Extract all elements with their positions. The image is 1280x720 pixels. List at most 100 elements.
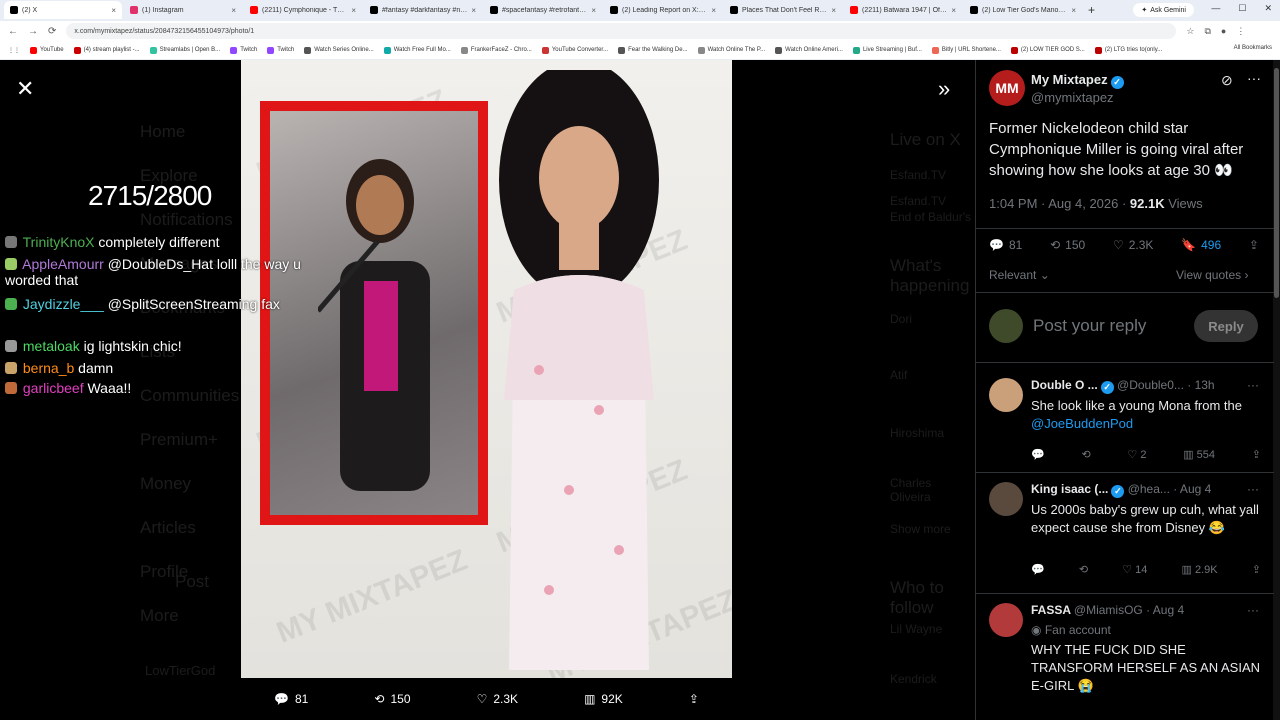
reply-icon[interactable]: 💬 xyxy=(1031,563,1045,576)
share-icon[interactable]: ⇪ xyxy=(1252,448,1261,461)
browser-tab[interactable]: (2211) Cymphonique - Thinking × xyxy=(244,1,362,19)
tweet-author[interactable]: MM My Mixtapez ✓ @mymixtapez ⊘ ··· xyxy=(989,70,1269,110)
close-icon[interactable]: ✕ xyxy=(16,76,34,102)
extensions-icon[interactable]: ⧉ xyxy=(1204,26,1210,37)
bookmark-item[interactable]: (2) LTG tries to(only... xyxy=(1094,46,1162,54)
bookmark-item[interactable]: Watch Online The P... xyxy=(697,46,765,54)
repost-icon[interactable]: ⟲ xyxy=(1079,563,1088,576)
bookmark-stat[interactable]: 🔖 496 xyxy=(1181,238,1221,252)
heart-icon[interactable]: ♡ 14 xyxy=(1122,563,1147,576)
tab-close-icon[interactable]: × xyxy=(111,6,116,15)
reply-author-name[interactable]: Double O ... xyxy=(1031,378,1098,392)
reply-author-handle[interactable]: @MiamisOG xyxy=(1074,603,1143,617)
reply-author-name[interactable]: King isaac (... xyxy=(1031,482,1108,496)
repost-icon[interactable]: ⟲ xyxy=(1081,448,1090,461)
scrollbar[interactable] xyxy=(1273,60,1280,720)
tab-close-icon[interactable]: × xyxy=(471,6,476,15)
author-handle[interactable]: @mymixtapez xyxy=(1031,90,1114,105)
minimize-icon[interactable]: — xyxy=(1211,3,1220,14)
author-name[interactable]: My Mixtapez ✓ xyxy=(1031,72,1124,89)
like-stat[interactable]: ♡ 2.3K xyxy=(1113,238,1153,252)
reply-item[interactable]: FASSA @MiamisOG · Aug 4 ··· ◉ Fan account W… xyxy=(989,603,1269,713)
views-action[interactable]: ▥ 92K xyxy=(584,692,623,706)
mention-link[interactable]: @JoeBuddenPod xyxy=(1031,416,1133,431)
reply-time[interactable]: · Aug 4 xyxy=(1173,482,1211,496)
browser-tab[interactable]: #fantasy #darkfantasy #nostalg× xyxy=(364,1,482,19)
bookmark-item[interactable]: Streamlabs | Open B... xyxy=(149,46,220,54)
bookmark-item[interactable]: Watch Online Ameri... xyxy=(775,46,843,54)
reply-time[interactable]: · Aug 4 xyxy=(1146,603,1184,617)
bookmark-item[interactable]: Twitch xyxy=(230,46,257,54)
tab-close-icon[interactable]: × xyxy=(831,6,836,15)
bookmark-item[interactable]: Twitch xyxy=(267,46,294,54)
bookmark-item[interactable]: Watch Series Online... xyxy=(304,46,374,54)
repost-stat[interactable]: ⟲ 150 xyxy=(1050,238,1085,252)
apps-icon[interactable]: ⋮⋮ xyxy=(8,47,20,54)
more-icon[interactable]: ··· xyxy=(1247,603,1259,617)
close-window-icon[interactable]: ✕ xyxy=(1264,3,1272,14)
bookmark-item[interactable]: Bitly | URL Shortene... xyxy=(931,46,1001,54)
bookmark-item[interactable]: (4) stream playlist -... xyxy=(73,46,140,54)
reply-author-name[interactable]: FASSA xyxy=(1031,603,1071,617)
star-icon[interactable]: ☆ xyxy=(1186,26,1194,37)
scrollbar-thumb[interactable] xyxy=(1274,68,1279,298)
reply-time[interactable]: · 13h xyxy=(1187,378,1214,392)
bookmark-item[interactable]: YouTube Converter... xyxy=(541,46,608,54)
browser-tab[interactable]: (2) Leading Report on X: "Stay× xyxy=(604,1,722,19)
reply-action[interactable]: 💬 81 xyxy=(274,692,308,706)
bookmark-item[interactable]: (2) LOW TIER GOD S... xyxy=(1010,46,1085,54)
menu-icon[interactable]: ⋮ xyxy=(1236,26,1245,37)
new-tab-icon[interactable]: + xyxy=(1088,3,1095,17)
reply-avatar[interactable] xyxy=(989,378,1023,412)
browser-tab[interactable]: #spacefantasy #retrofantasy #s× xyxy=(484,1,602,19)
back-icon[interactable]: ← xyxy=(8,26,18,37)
tab-close-icon[interactable]: × xyxy=(1071,6,1076,15)
maximize-icon[interactable]: ☐ xyxy=(1238,3,1246,14)
more-icon[interactable]: ··· xyxy=(1247,482,1259,496)
view-quotes-link[interactable]: View quotes › xyxy=(1176,268,1249,282)
browser-tab[interactable]: (2211) Batwara 1947 | Official T × xyxy=(844,1,962,19)
reply-stat[interactable]: 💬 81 xyxy=(989,238,1022,252)
like-action[interactable]: ♡ 2.3K xyxy=(477,692,518,706)
more-icon[interactable]: ··· xyxy=(1247,70,1261,86)
share-stat[interactable]: ⇪ xyxy=(1249,238,1259,252)
bookmark-item[interactable]: Live Streaming | Buf... xyxy=(852,46,922,54)
tab-close-icon[interactable]: × xyxy=(591,6,596,15)
bookmark-item[interactable]: Fear the Walking De... xyxy=(618,46,688,54)
chevron-double-right-icon[interactable]: » xyxy=(938,76,950,102)
tweet-time[interactable]: 1:04 PM · Aug 4, 2026 · xyxy=(989,196,1130,211)
share-icon[interactable]: ⇪ xyxy=(1252,563,1261,576)
browser-tab[interactable]: Places That Don't Feel Real: 5 U× xyxy=(724,1,842,19)
reload-icon[interactable]: ⟳ xyxy=(48,26,56,37)
heart-icon[interactable]: ♡ 2 xyxy=(1127,448,1146,461)
forward-icon[interactable]: → xyxy=(28,26,38,37)
repost-action[interactable]: ⟲ 150 xyxy=(374,692,410,706)
reply-author-handle[interactable]: @Double0... xyxy=(1117,378,1184,392)
reply-avatar[interactable] xyxy=(989,603,1023,637)
all-bookmarks-link[interactable]: All Bookmarks xyxy=(1234,45,1272,51)
tab-close-icon[interactable]: × xyxy=(711,6,716,15)
tab-close-icon[interactable]: × xyxy=(231,6,236,15)
bookmark-item[interactable]: YouTube xyxy=(30,46,64,54)
reply-input[interactable]: Post your reply xyxy=(1033,316,1146,336)
bookmark-item[interactable]: FrankerFaceZ - Chro... xyxy=(460,46,532,54)
views-icon[interactable]: ▥ 554 xyxy=(1183,448,1215,461)
browser-tab[interactable]: (2) X × xyxy=(4,1,122,19)
address-bar[interactable]: x.com/mymixtapez/status/2084732156455104… xyxy=(66,23,1177,39)
reply-avatar[interactable] xyxy=(989,482,1023,516)
reply-icon[interactable]: 💬 xyxy=(1031,448,1045,461)
more-icon[interactable]: ··· xyxy=(1247,378,1259,392)
user-avatar[interactable] xyxy=(989,309,1023,343)
profile-icon[interactable]: ● xyxy=(1221,26,1226,37)
tab-close-icon[interactable]: × xyxy=(951,6,956,15)
share-action[interactable]: ⇪ xyxy=(689,692,699,706)
grok-icon[interactable]: ⊘ xyxy=(1221,72,1233,89)
browser-tab[interactable]: (1) Instagram × xyxy=(124,1,242,19)
ask-gemini-button[interactable]: ✦ Ask Gemini xyxy=(1133,3,1194,17)
views-icon[interactable]: ▥ 2.9K xyxy=(1182,563,1218,576)
sort-dropdown[interactable]: Relevant ⌄ xyxy=(989,268,1050,282)
bookmark-item[interactable]: Watch Free Full Mo... xyxy=(383,46,451,54)
browser-tab[interactable]: (2) Low Tier God's Manor Com× xyxy=(964,1,1082,19)
author-avatar[interactable]: MM xyxy=(989,70,1025,106)
reply-button[interactable]: Reply xyxy=(1194,310,1258,342)
